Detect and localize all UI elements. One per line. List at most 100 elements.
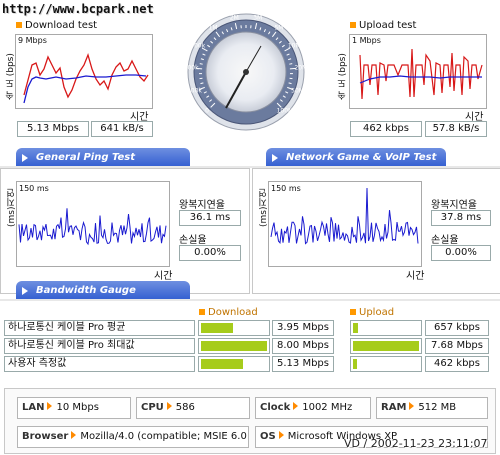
ping-left-panel: (ms)지연 150 ms 시간 왕복지연율 36.1 ms 손실율 0.00% [0,168,250,294]
ping-left-chart: 150 ms [16,181,170,267]
gauge-tick [199,63,203,65]
gauge-tick-label: 5M [274,24,284,32]
clock-info: Clock 1002 MHz [255,397,371,419]
gauge-tick-label: 3M [253,14,263,22]
ping-right-rtt-value: 37.8 ms [431,210,491,226]
bullet-icon [350,22,356,28]
download-line-blue [23,74,147,104]
site-url: http://www.bcpark.net [2,2,154,16]
ram-label: RAM [381,402,407,413]
bandwidth-download-header: Download [199,307,258,318]
tab-arrow-icon [22,154,28,162]
ping-right-rtt-label: 왕복지연율 [431,200,477,211]
divider [0,299,500,301]
ping-right-graph [270,187,419,245]
download-bar-fill [201,341,267,351]
bandwidth-upload-header: Upload [350,307,394,318]
bandwidth-row-label: 사용자 측정값 [4,356,195,372]
browser-info: Browser Mozilla/4.0 (compatible; MSIE 6.0 [17,426,249,448]
gauge-tick-label: 0 [205,107,210,115]
ping-right-panel: (ms)지연 150 ms 시간 왕복지연율 37.8 ms 손실율 0.00% [252,168,500,294]
speed-gauge: 0 100k 200k 500k 1M 2M 3M 5M 10M 20M 50M 100M [183,12,308,132]
tab-general-ping-test[interactable]: General Ping Test [16,148,190,168]
ping-left-graph [18,208,167,246]
upload-bar-fill [353,323,358,333]
ping-right-line [270,187,419,245]
gauge-tick-label: 500k [190,42,206,50]
lan-info: LAN 10 Mbps [17,397,131,419]
ping-right-loss-label: 손실율 [431,235,459,246]
upload-value: 657 kbps [425,320,489,336]
cpu-info: CPU 586 [136,397,250,419]
upload-chart: 1 Mbps [349,34,487,109]
lan-label: LAN [22,402,45,413]
tab-bandwidth-gauge[interactable]: Bandwidth Gauge [16,281,190,301]
ram-info: RAM 512 MB [376,397,488,419]
upload-bar-fill [353,341,419,351]
lan-value: 10 Mbps [56,402,99,413]
ping-left-rtt-value: 36.1 ms [179,210,241,226]
gauge-tick-label: 20M [294,64,308,72]
arrow-icon [166,402,172,410]
timestamp-watermark: VD / 2002-11-23 23:11:07 [344,437,488,450]
download-chart: 9 Mbps [15,34,153,109]
download-bar-fill [201,359,243,369]
download-bar-fill [201,323,233,333]
upload-title: Upload test [350,20,416,31]
gauge-tick-label: 10M [287,42,301,50]
download-speed-kbs: 641 kB/s [91,121,153,137]
upload-axis-label: 속 도 (bps) [338,53,348,100]
upload-bar-fill [353,359,357,369]
tab-game-label: Network Game & VoIP Test [286,152,437,163]
download-speed-mbps: 5.13 Mbps [17,121,89,137]
ping-left-loss-label: 손실율 [179,235,207,246]
gauge-tick-label: 50M [291,87,304,95]
upload-bar [350,320,422,336]
gauge-tick-label: 2M [229,14,239,22]
clock-value: 1002 MHz [302,402,353,413]
ping-right-time-label: 시간 [406,271,425,282]
bandwidth-row-label: 하나로통신 케이블 Pro 최대값 [4,338,195,354]
gauge-tick-label: 1M [208,24,218,32]
upload-speed-kbs: 57.8 kB/s [425,121,487,137]
gauge-tick [289,63,293,65]
upload-bar [350,338,422,354]
upload-value: 7.68 Mbps [425,338,489,354]
browser-value: Mozilla/4.0 (compatible; MSIE 6.0 [80,431,247,442]
download-graph [23,52,149,104]
download-bar [198,320,270,336]
upload-title-text: Upload test [359,20,417,31]
upload-value: 462 kbps [425,356,489,372]
upload-line-red [359,48,483,100]
upload-bar [350,356,422,372]
tab-arrow-icon [272,154,278,162]
browser-label: Browser [22,431,69,442]
os-label: OS [260,431,276,442]
cpu-label: CPU [141,402,164,413]
tab-arrow-icon [22,287,28,295]
arrow-icon [278,431,284,439]
gauge-tick-label: 200k [183,64,199,72]
bullet-icon [16,22,22,28]
download-value: 3.95 Mbps [272,320,334,336]
ping-right-loss-value: 0.00% [431,245,491,261]
ping-right-chart: 150 ms [268,181,422,267]
download-title-text: Download test [25,20,98,31]
clock-label: Clock [260,402,291,413]
bandwidth-download-header-text: Download [208,307,258,318]
arrow-icon [47,402,53,410]
ping-left-loss-value: 0.00% [179,245,241,261]
download-title: Download test [16,20,97,31]
download-value: 5.13 Mbps [272,356,334,372]
arrow-icon [71,431,77,439]
download-value: 8.00 Mbps [272,338,334,354]
tab-bandwidth-label: Bandwidth Gauge [36,285,136,296]
ram-value: 512 MB [418,402,457,413]
gauge-tick-label: 100M [276,107,294,115]
cpu-value: 586 [175,402,195,413]
bandwidth-row-label: 하나로통신 케이블 Pro 평균 [4,320,195,336]
bullet-icon [199,309,205,315]
bandwidth-upload-header-text: Upload [359,307,395,318]
tab-network-game-voip-test[interactable]: Network Game & VoIP Test [266,148,446,168]
download-bar [198,356,270,372]
